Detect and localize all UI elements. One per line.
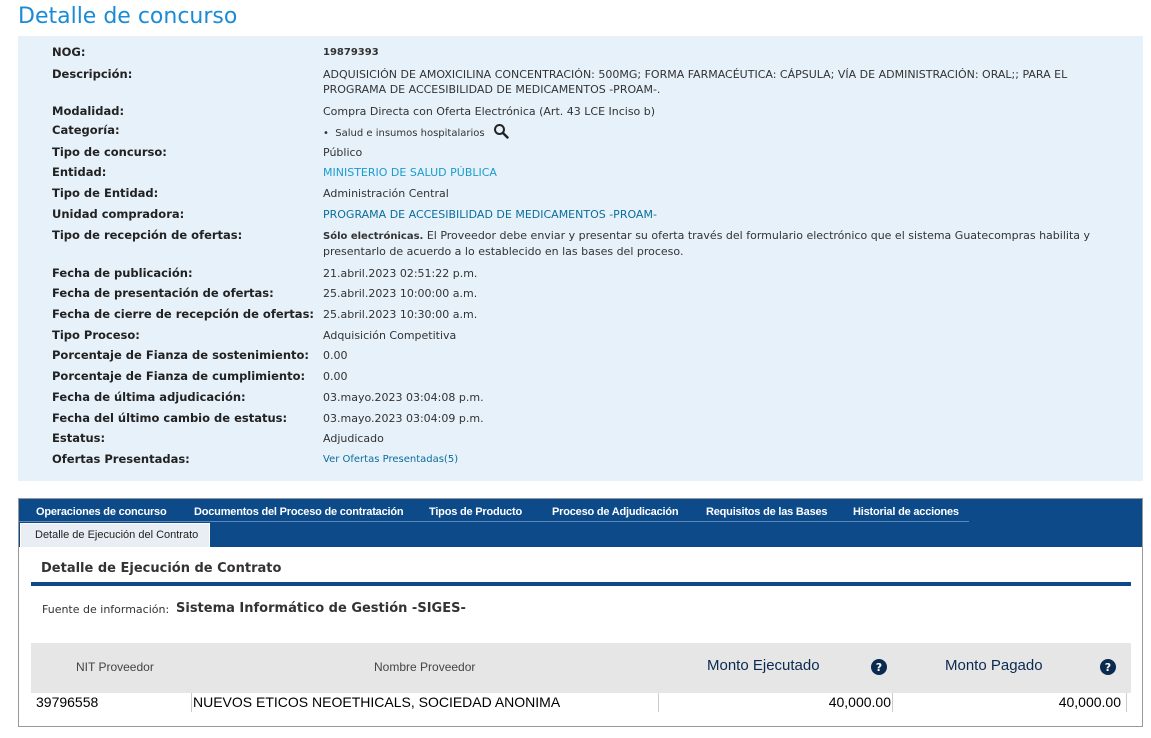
entity-link[interactable]: MINISTERIO DE SALUD PÚBLICA [323, 165, 1103, 180]
detail-value: • Salud e insumos hospitalarios [323, 123, 1103, 143]
detail-label: Porcentaje de Fianza de sostenimiento: [52, 348, 310, 362]
detail-label: Fecha del último cambio de estatus: [52, 411, 288, 425]
tab-historial[interactable]: Historial de acciones [853, 506, 959, 518]
tab-detalle-ejecucion[interactable]: Detalle de Ejecución del Contrato [20, 523, 210, 547]
tab-documentos[interactable]: Documentos del Proceso de contratación [194, 506, 404, 518]
svg-text:?: ? [876, 661, 882, 674]
detail-label: Descripción: [52, 67, 133, 81]
contest-details-panel: NOG: 19879393 Descripción: ADQUISICIÓN D… [18, 36, 1143, 481]
detail-value: 03.mayo.2023 03:04:08 p.m. [323, 391, 484, 404]
category-item: Salud e insumos hospitalarios [335, 128, 485, 139]
detail-value: 03.mayo.2023 03:04:09 p.m. [323, 412, 484, 425]
tab-divider [19, 521, 969, 522]
cell-executed: 40,000.00 [659, 693, 893, 712]
detail-label: Porcentaje de Fianza de cumplimiento: [52, 369, 306, 383]
detail-label: Estatus: [52, 431, 106, 445]
detail-value: Sólo electrónicas. El Proveedor debe env… [323, 228, 1103, 259]
detail-label: Categoría: [52, 123, 120, 137]
reception-type-text: El Proveedor debe enviar y presentar su … [323, 229, 1091, 258]
detail-label: Tipo de Entidad: [52, 186, 159, 200]
tabs-container: Operaciones de concurso Documentos del P… [18, 498, 1143, 727]
view-offers-link[interactable]: Ver Ofertas Presentadas(5) [323, 452, 1103, 467]
category-bullet: • [323, 128, 336, 139]
detail-label: Tipo de recepción de ofertas: [52, 228, 243, 242]
grid-header: NIT Proveedor Nombre Proveedor Monto Eje… [31, 643, 1131, 693]
status-value: Adjudicado [323, 432, 384, 445]
cell-paid: 40,000.00 [893, 693, 1127, 712]
detail-label: NOG: [52, 45, 86, 59]
detail-label: Modalidad: [52, 104, 125, 118]
detail-label: Tipo Proceso: [52, 328, 140, 342]
tab-bar: Operaciones de concurso Documentos del P… [19, 499, 1142, 547]
source-label: Fuente de información: [42, 603, 170, 616]
detail-value: 25.abril.2023 10:00:00 a.m. [323, 287, 478, 300]
detail-value: Administración Central [323, 187, 449, 200]
tab-tipos-producto[interactable]: Tipos de Producto [429, 506, 522, 518]
detail-label: Entidad: [52, 165, 107, 179]
cell-name: NUEVOS ETICOS NEOETHICALS, SOCIEDAD ANON… [192, 693, 659, 712]
header-paid: Monto Pagado [945, 657, 1043, 674]
detail-label: Tipo de concurso: [52, 145, 167, 159]
detail-value: 19879393 [323, 47, 379, 58]
detail-value: 25.abril.2023 10:30:00 a.m. [323, 308, 478, 321]
detail-label: Fecha de presentación de ofertas: [52, 286, 274, 300]
detail-value: 21.abril.2023 02:51:22 p.m. [323, 267, 478, 280]
tab-operaciones[interactable]: Operaciones de concurso [36, 506, 167, 518]
detail-label: Ofertas Presentadas: [52, 452, 190, 466]
page-title: Detalle de concurso [18, 4, 238, 29]
source-value: Sistema Informático de Gestión -SIGES- [176, 601, 466, 616]
tab-proceso-adjudicacion[interactable]: Proceso de Adjudicación [552, 506, 679, 518]
detail-label: Fecha de cierre de recepción de ofertas: [52, 307, 315, 321]
detail-label: Fecha de publicación: [52, 266, 193, 280]
detail-label: Unidad compradora: [52, 207, 185, 221]
help-icon[interactable]: ? [1100, 659, 1116, 675]
svg-text:?: ? [1105, 661, 1111, 674]
header-executed: Monto Ejecutado [707, 657, 820, 674]
detail-value: Público [323, 146, 363, 159]
reception-type-lead: Sólo electrónicas. [323, 231, 424, 242]
cell-nit: 39796558 [31, 693, 192, 712]
header-nit: NIT Proveedor [76, 660, 154, 674]
table-row: 39796558 NUEVOS ETICOS NEOETHICALS, SOCI… [31, 693, 1131, 713]
tab-requisitos[interactable]: Requisitos de las Bases [706, 506, 828, 518]
detail-value: 0.00 [323, 370, 348, 383]
section-divider [31, 582, 1131, 586]
detail-value: Adquisición Competitiva [323, 329, 457, 342]
buying-unit-link[interactable]: PROGRAMA DE ACCESIBILIDAD DE MEDICAMENTO… [323, 207, 1103, 222]
header-name: Nombre Proveedor [374, 660, 476, 674]
help-icon[interactable]: ? [871, 659, 887, 675]
detail-value: 0.00 [323, 349, 348, 362]
detail-value: Compra Directa con Oferta Electrónica (A… [323, 105, 656, 118]
search-icon[interactable] [493, 123, 509, 143]
detail-value: ADQUISICIÓN DE AMOXICILINA CONCENTRACIÓN… [323, 68, 1068, 96]
section-title: Detalle de Ejecución de Contrato [41, 561, 282, 576]
detail-label: Fecha de última adjudicación: [52, 390, 246, 404]
